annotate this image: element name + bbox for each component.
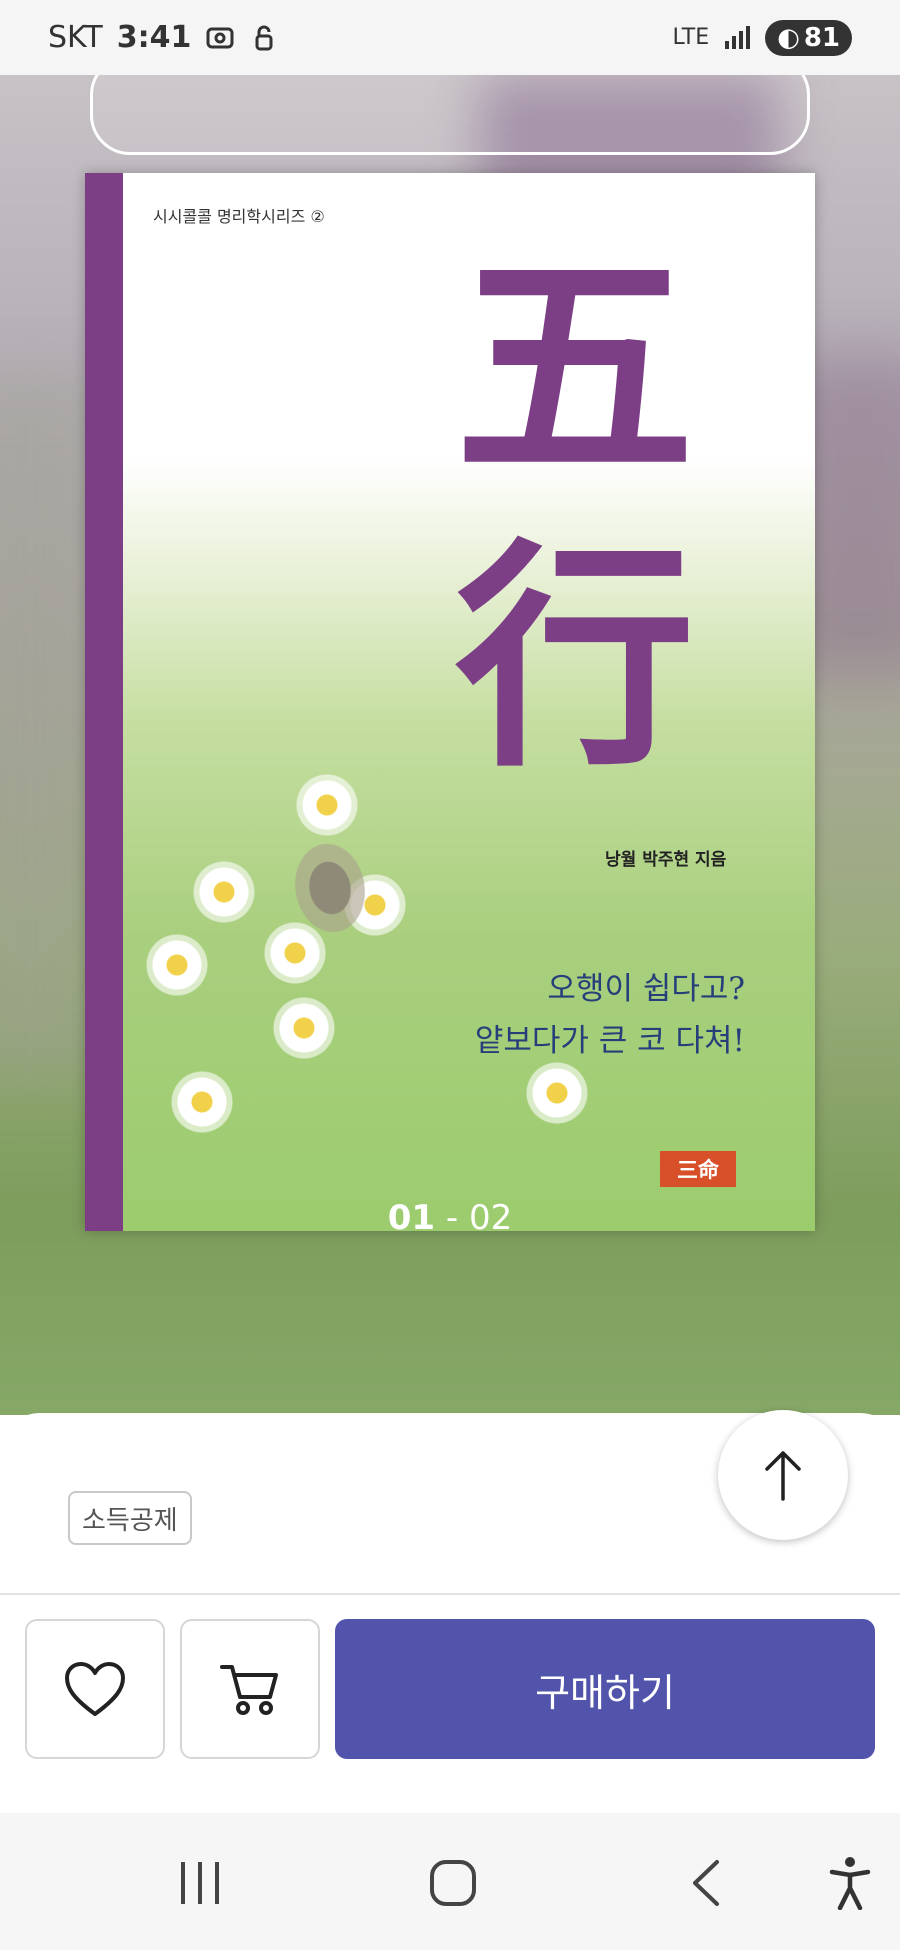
scroll-to-top-button[interactable] (718, 1410, 848, 1540)
recent-apps-button[interactable] (170, 1853, 230, 1913)
clock: 3:41 (116, 20, 192, 55)
battery-level: 81 (803, 22, 840, 53)
book-title: 五行 (454, 227, 695, 799)
system-navigation-bar (0, 1813, 900, 1950)
book-spine (85, 173, 123, 1231)
status-right: LTE ◐ 81 (672, 19, 852, 56)
header-pill-outline (90, 75, 810, 155)
accessibility-icon (829, 1857, 871, 1910)
wishlist-button[interactable] (25, 1619, 165, 1759)
battery-indicator: ◐ 81 (765, 19, 852, 56)
status-left: SKT 3:41 (48, 20, 279, 55)
daisy-illustration (267, 991, 341, 1065)
product-image-carousel[interactable]: 시시콜콜 명리학시리즈 ② 五行 낭월 박주현 지음 오행이 쉽다고? 얕보다가… (0, 75, 900, 1415)
book-author: 낭월 박주현 지음 (605, 850, 727, 870)
daisy-illustration (295, 773, 359, 837)
pager-separator: - (435, 1198, 469, 1238)
screenshot-icon (206, 27, 234, 48)
book-tagline: 오행이 쉽다고? 얕보다가 큰 코 다쳐! (415, 963, 745, 1067)
back-button[interactable] (675, 1853, 735, 1913)
back-icon (693, 1860, 719, 1906)
daisy-illustration (165, 1065, 239, 1139)
buy-button[interactable]: 구매하기 (335, 1619, 875, 1759)
recent-apps-icon (181, 1862, 219, 1904)
daisy-illustration (525, 1061, 589, 1125)
publisher-logo: 三命 (660, 1151, 736, 1187)
home-icon (430, 1860, 476, 1906)
daisy-illustration (185, 853, 263, 931)
lock-icon (255, 25, 273, 50)
pager-current: 01 (387, 1198, 436, 1238)
divider (0, 1593, 900, 1595)
image-pager: 01 - 02 (0, 1198, 900, 1238)
cart-icon (220, 1665, 278, 1715)
battery-saver-icon: ◐ (777, 22, 800, 53)
status-bar: SKT 3:41 LTE ◐ 81 (0, 0, 900, 75)
butterfly-illustration (287, 837, 373, 939)
add-to-cart-button[interactable] (180, 1619, 320, 1759)
heart-icon (65, 1662, 125, 1716)
home-button[interactable] (423, 1853, 483, 1913)
tagline-line-1: 오행이 쉽다고? (547, 971, 745, 1007)
network-type: LTE (672, 25, 710, 50)
signal-icon (725, 25, 751, 49)
pager-total: 02 (468, 1198, 513, 1238)
accessibility-button[interactable] (820, 1853, 880, 1913)
tagline-line-2: 얕보다가 큰 코 다쳐! (474, 1023, 745, 1059)
daisy-illustration (145, 933, 209, 997)
arrow-up-icon (765, 1451, 801, 1501)
income-deduction-badge: 소득공제 (68, 1491, 192, 1545)
carrier-label: SKT (48, 20, 103, 55)
book-series-label: 시시콜콜 명리학시리즈 ② (153, 207, 325, 226)
book-cover-image[interactable]: 시시콜콜 명리학시리즈 ② 五行 낭월 박주현 지음 오행이 쉽다고? 얕보다가… (85, 173, 815, 1231)
